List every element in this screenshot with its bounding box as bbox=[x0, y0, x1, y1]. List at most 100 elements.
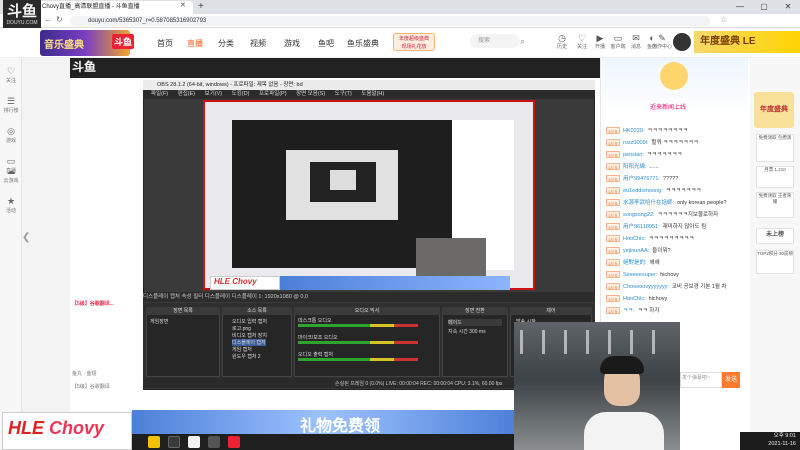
close-window-icon[interactable]: ✕ bbox=[776, 0, 800, 14]
chat-username[interactable]: ㅋㅋ: bbox=[623, 308, 635, 314]
tab-close-icon[interactable]: ✕ bbox=[180, 1, 186, 9]
taskbar-app-icon[interactable] bbox=[188, 436, 200, 448]
scene-item[interactable]: 게임장면 bbox=[150, 318, 168, 325]
nav-fishbar[interactable]: 鱼吧 bbox=[318, 38, 334, 49]
promo-badge[interactable]: 年度超级盛典 现场礼花放 bbox=[393, 33, 435, 51]
chat-message: LV 5 ㅋㅋ: ㅋㅋ 하지 bbox=[606, 306, 746, 317]
chat-ad-text: 近来新闻上线 bbox=[650, 105, 687, 111]
right-card[interactable]: 未上榜 bbox=[756, 228, 794, 244]
right-card[interactable]: 免费领取 王者荣耀 bbox=[756, 192, 794, 218]
chat-message: LV 5 絕對是的: 헤헤 bbox=[606, 258, 746, 269]
promo-line-2: 现场礼花放 bbox=[401, 44, 427, 50]
source-item[interactable]: 윈도우 캡처 2 bbox=[232, 353, 261, 360]
chat-username[interactable]: 阳阳光線: bbox=[623, 164, 647, 170]
nav-video[interactable]: 视频 bbox=[250, 38, 266, 49]
chat-username[interactable]: songsong22: bbox=[623, 212, 655, 218]
taskbar-app-icon[interactable] bbox=[168, 436, 180, 448]
chat-message: LV 5 阳阳光線:...... bbox=[606, 162, 746, 173]
search-input[interactable]: 搜索 bbox=[470, 34, 520, 48]
game-icon: ◎ bbox=[7, 126, 15, 136]
dock-audio-mixer-title: 오디오 믹서 bbox=[294, 307, 440, 315]
taskbar-app-icon[interactable] bbox=[228, 436, 240, 448]
obs-menu-item[interactable]: 보기(V) bbox=[205, 91, 222, 97]
chat-input[interactable]: 发个弹幕吧~ bbox=[680, 372, 722, 388]
level-badge: LV 5 bbox=[606, 211, 620, 219]
chat-username[interactable]: eu1eddomoong: bbox=[623, 188, 663, 194]
chat-username[interactable]: 水源李武哈什在話師: bbox=[623, 200, 674, 206]
chat-username[interactable]: yejinunAA: bbox=[623, 248, 649, 254]
mixer-channel-label: 오디오 출력 캡처 bbox=[298, 352, 333, 358]
source-item[interactable]: 로고.png bbox=[232, 325, 251, 332]
header-history[interactable]: ◷ 历史 bbox=[552, 33, 572, 50]
back-icon[interactable]: ← bbox=[44, 15, 52, 24]
chat-username[interactable]: 用户99476771: bbox=[623, 176, 660, 182]
source-item[interactable]: 오디오 입력 캡처 bbox=[232, 318, 267, 325]
chat-username[interactable]: 絕對是的: bbox=[623, 260, 647, 266]
chat-text: ㅋㅋㅋㅋㅋㅋㅋ bbox=[665, 188, 702, 194]
search-icon[interactable]: ⌕ bbox=[520, 36, 525, 47]
chat-text: 둘이뭐? bbox=[652, 248, 671, 254]
obs-menu-item[interactable]: 장면 모음(S) bbox=[296, 91, 325, 97]
header-create[interactable]: ✎ 创作中心 bbox=[652, 33, 672, 50]
nav-category[interactable]: 分类 bbox=[218, 38, 234, 49]
player-name: Chovy bbox=[49, 418, 105, 438]
sidebar-item-cloud-game[interactable]: ☁ 云游戏 bbox=[0, 166, 22, 184]
obs-menu-item[interactable]: 도킹(D) bbox=[232, 91, 250, 97]
header-follow[interactable]: ♡ 关注 bbox=[572, 33, 592, 50]
taskbar-app-icon[interactable] bbox=[148, 436, 160, 448]
source-item[interactable]: 비디오 캡처 장치 bbox=[232, 332, 267, 339]
chat-message: LV 5 pensian: ㅋㅋㅋㅋㅋㅋㅋ bbox=[606, 150, 746, 161]
reload-icon[interactable]: ↻ bbox=[56, 15, 63, 24]
obs-menu-item[interactable]: 편집(E) bbox=[178, 91, 195, 97]
header-client[interactable]: ▭ 客户端 bbox=[608, 33, 628, 50]
level-badge: LV 5 bbox=[606, 307, 620, 315]
sidebar-item-follow[interactable]: ♡ 关注 bbox=[0, 66, 22, 84]
bookmark-star-icon[interactable]: ☆ bbox=[720, 15, 727, 24]
obs-menu-item[interactable]: 프로파일(P) bbox=[259, 91, 287, 97]
chat-username[interactable]: HooChic: bbox=[623, 236, 646, 242]
source-item[interactable]: 게임 캡처 bbox=[232, 346, 252, 353]
chat-username[interactable]: 用户96118951: bbox=[623, 224, 660, 230]
avatar[interactable] bbox=[673, 33, 691, 51]
new-tab-icon[interactable]: + bbox=[198, 1, 204, 12]
right-card[interactable]: TOP2积分 30前榜 bbox=[756, 250, 794, 274]
obs-menu-item[interactable]: 도구(T) bbox=[335, 91, 352, 97]
transition-select[interactable]: 페이드 bbox=[448, 319, 502, 326]
chat-username[interactable]: HooChic: bbox=[623, 296, 646, 302]
chat-username[interactable]: HK0220: bbox=[623, 128, 644, 134]
nav-live[interactable]: 直播 bbox=[187, 38, 203, 49]
sidebar-item-event[interactable]: ★ 活动 bbox=[0, 196, 22, 214]
chat-username[interactable]: rozz0009l: bbox=[623, 140, 648, 146]
streamer-shirt bbox=[584, 412, 664, 450]
header-broadcast[interactable]: ▶ 开播 bbox=[590, 33, 610, 50]
source-item-selected[interactable]: 디스플레이 캡처 bbox=[232, 339, 266, 346]
obs-menu-item[interactable]: 파일(F) bbox=[151, 91, 168, 97]
festival-banner-right[interactable]: 年度盛典 LE bbox=[694, 31, 800, 53]
maximize-icon[interactable]: ▢ bbox=[752, 0, 776, 14]
chat-username[interactable]: Seeeeesuper: bbox=[623, 272, 657, 278]
chat-username[interactable]: pensian: bbox=[623, 152, 644, 158]
mixer-channel-label: 데스크톱 오디오 bbox=[298, 318, 332, 324]
audio-meter bbox=[298, 324, 418, 327]
gift-banner-text: 礼物免费领 bbox=[300, 418, 381, 435]
dock-transitions bbox=[442, 307, 508, 377]
right-card[interactable]: 免费领取 包攒演 bbox=[756, 134, 794, 162]
right-card[interactable]: 月票 1,210 bbox=[756, 166, 794, 188]
taskbar-app-icon[interactable] bbox=[208, 436, 220, 448]
transition-duration[interactable]: 지속 시간 300 ms bbox=[448, 328, 486, 335]
chat-username[interactable]: Chooooovyyyyyyy: bbox=[623, 284, 669, 290]
sidebar-collapse-icon[interactable]: ❮ bbox=[22, 232, 30, 243]
nav-home[interactable]: 首页 bbox=[157, 38, 173, 49]
send-button[interactable]: 发送 bbox=[722, 372, 740, 388]
obs-menu-item[interactable]: 도움말(H) bbox=[361, 91, 384, 97]
sidebar-item-game[interactable]: ◎ 游戏 bbox=[0, 126, 22, 144]
minimize-icon[interactable]: — bbox=[728, 0, 752, 14]
chat-text: ㅋㅋㅋㅋㅋㅋㅋㅋ bbox=[647, 128, 688, 134]
nav-game[interactable]: 游戏 bbox=[284, 38, 300, 49]
festival-card[interactable]: 年度盛典 bbox=[754, 92, 794, 128]
browser-tab[interactable]: Chovy直播_高清联盟直播 - 斗鱼直播 bbox=[28, 1, 193, 14]
nav-festival[interactable]: 鱼乐盛典 bbox=[347, 38, 379, 49]
url-input[interactable]: douyu.com/5365307_r=0.587085316902793 bbox=[70, 16, 710, 26]
chat-text: ㅋㅋㅋㅋㅋㅋㅋ bbox=[646, 152, 683, 158]
sidebar-item-ranking[interactable]: ☰ 排行榜 bbox=[0, 96, 22, 114]
